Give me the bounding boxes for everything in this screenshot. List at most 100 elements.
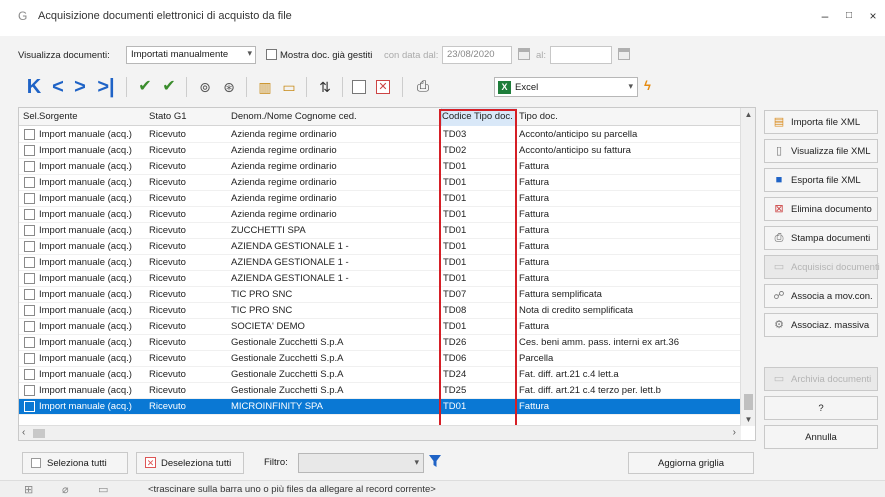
attachment-grid-icon[interactable]: ⊞: [24, 483, 33, 496]
row-checkbox[interactable]: [24, 321, 35, 332]
table-row[interactable]: Import manuale (acq.) Ricevuto TIC PRO SNC…: [19, 287, 741, 303]
view-documents-select[interactable]: Importati manualmente ▾: [126, 46, 256, 64]
row-doc-type: Fattura: [519, 273, 550, 284]
paperclip-icon[interactable]: ⌀: [62, 483, 69, 496]
column-header-sel[interactable]: Sel.: [23, 111, 39, 122]
folder-icon[interactable]: ▭: [98, 483, 108, 496]
row-checkbox[interactable]: [24, 353, 35, 364]
search-icon[interactable]: ⊚: [194, 75, 216, 99]
table-row[interactable]: Import manuale (acq.) Ricevuto Azienda reg…: [19, 143, 741, 159]
table-row[interactable]: Import manuale (acq.) Ricevuto Azienda reg…: [19, 159, 741, 175]
check-all-icon[interactable]: ✔: [158, 75, 180, 99]
table-row[interactable]: Import manuale (acq.) Ricevuto AZIENDA GES…: [19, 271, 741, 287]
delete-icon[interactable]: ✕: [376, 80, 390, 94]
maximize-button[interactable]: □: [838, 6, 860, 26]
table-row[interactable]: Import manuale (acq.) Ricevuto AZIENDA GES…: [19, 255, 741, 271]
column-header-doc-code[interactable]: Codice Tipo doc.: [441, 108, 517, 126]
scroll-thumb[interactable]: [744, 394, 753, 410]
acquire-documents-button[interactable]: ▭ Acquisisci documenti: [764, 255, 880, 279]
show-managed-checkbox[interactable]: [266, 49, 277, 60]
columns-icon[interactable]: ▥: [254, 75, 276, 99]
refresh-grid-button[interactable]: Aggiorna griglia: [628, 452, 754, 474]
export-xml-button[interactable]: ■ Esporta file XML: [764, 168, 878, 192]
row-checkbox[interactable]: [24, 145, 35, 156]
column-header-doc-type[interactable]: Tipo doc.: [519, 111, 558, 122]
table-row[interactable]: Import manuale (acq.) Ricevuto SOCIETA' DE…: [19, 319, 741, 335]
archive-documents-button[interactable]: ▭ Archivia documenti: [764, 367, 878, 391]
close-button[interactable]: ×: [862, 6, 884, 26]
scroll-right-icon[interactable]: ›: [733, 427, 736, 438]
view-xml-button[interactable]: ▯ Visualizza file XML: [764, 139, 878, 163]
select-all-button[interactable]: Seleziona tutti: [22, 452, 128, 474]
row-checkbox[interactable]: [24, 385, 35, 396]
minimize-button[interactable]: –: [814, 6, 836, 26]
table-row[interactable]: Import manuale (acq.) Ricevuto Gestionale …: [19, 367, 741, 383]
row-checkbox[interactable]: [24, 193, 35, 204]
scroll-thumb[interactable]: [33, 429, 45, 438]
table-row[interactable]: Import manuale (acq.) Ricevuto Gestionale …: [19, 351, 741, 367]
row-checkbox[interactable]: [24, 305, 35, 316]
documents-grid[interactable]: Sel. Sorgente Stato G1 Denom./Nome Cogno…: [18, 107, 756, 441]
date-from-field[interactable]: 23/08/2020: [442, 46, 512, 64]
table-row[interactable]: Import manuale (acq.) Ricevuto AZIENDA GES…: [19, 239, 741, 255]
table-row[interactable]: Import manuale (acq.) Ricevuto Gestionale …: [19, 335, 741, 351]
table-row[interactable]: Import manuale (acq.) Ricevuto Azienda reg…: [19, 207, 741, 223]
table-row[interactable]: Import manuale (acq.) Ricevuto Azienda reg…: [19, 175, 741, 191]
table-row[interactable]: Import manuale (acq.) Ricevuto ZUCCHETTI S…: [19, 223, 741, 239]
title-bar: G Acquisizione documenti elettronici di …: [0, 0, 885, 36]
deselect-all-button[interactable]: ✕ Deseleziona tutti: [136, 452, 244, 474]
previous-record-icon[interactable]: <: [48, 75, 68, 99]
row-checkbox[interactable]: [24, 129, 35, 140]
scroll-left-icon[interactable]: ‹: [22, 427, 25, 438]
row-checkbox[interactable]: [24, 337, 35, 348]
column-header-status[interactable]: Stato G1: [149, 111, 187, 122]
table-row[interactable]: Import manuale (acq.) Ricevuto Gestionale …: [19, 383, 741, 399]
calendar-icon[interactable]: [518, 48, 530, 60]
help-button[interactable]: ?: [764, 396, 878, 420]
sort-icon[interactable]: ⇅: [314, 75, 336, 99]
row-checkbox[interactable]: [24, 289, 35, 300]
horizontal-scrollbar[interactable]: ‹ ›: [19, 425, 741, 440]
scroll-down-icon[interactable]: ▼: [741, 415, 755, 424]
delete-document-button[interactable]: ⊠ Elimina documento: [764, 197, 878, 221]
import-xml-button[interactable]: ▤ Importa file XML: [764, 110, 878, 134]
export-format-select[interactable]: X Excel ▾: [494, 77, 638, 97]
row-checkbox[interactable]: [24, 177, 35, 188]
check-icon[interactable]: ✔: [134, 75, 156, 99]
next-record-icon[interactable]: >: [70, 75, 90, 99]
row-checkbox[interactable]: [24, 225, 35, 236]
advanced-search-icon[interactable]: ⊛: [218, 75, 240, 99]
print-icon[interactable]: ⎙: [412, 75, 434, 99]
cancel-button[interactable]: Annulla: [764, 425, 878, 449]
column-header-name[interactable]: Denom./Nome Cognome ced.: [231, 111, 357, 122]
last-record-icon[interactable]: >|: [94, 75, 118, 99]
column-header-source[interactable]: Sorgente: [39, 111, 78, 122]
table-row[interactable]: Import manuale (acq.) Ricevuto Azienda reg…: [19, 191, 741, 207]
print-documents-label: Stampa documenti: [791, 233, 871, 244]
layout-icon[interactable]: ▭: [278, 75, 300, 99]
row-checkbox[interactable]: [24, 257, 35, 268]
print-documents-button[interactable]: ⎙ Stampa documenti: [764, 226, 878, 250]
filter-funnel-icon[interactable]: [428, 453, 442, 469]
bulk-association-button[interactable]: ⚙ Associaz. massiva: [764, 313, 878, 337]
row-checkbox[interactable]: [24, 401, 35, 412]
first-record-icon[interactable]: K: [24, 75, 44, 99]
table-row[interactable]: Import manuale (acq.) Ricevuto TIC PRO SNC…: [19, 303, 741, 319]
vertical-scrollbar[interactable]: ▲ ▼: [740, 108, 755, 426]
blank-document-icon[interactable]: [352, 80, 366, 94]
toolbar-separator: [342, 77, 343, 97]
date-to-field[interactable]: [550, 46, 612, 64]
scroll-up-icon[interactable]: ▲: [741, 110, 755, 119]
table-row[interactable]: Import manuale (acq.) Ricevuto MICROINFINI…: [19, 399, 741, 415]
row-checkbox[interactable]: [24, 273, 35, 284]
row-checkbox[interactable]: [24, 369, 35, 380]
row-doc-code: TD01: [443, 177, 467, 188]
row-checkbox[interactable]: [24, 209, 35, 220]
table-row[interactable]: Import manuale (acq.) Ricevuto Azienda reg…: [19, 127, 741, 143]
associate-mov-button[interactable]: ☍ Associa a mov.con.: [764, 284, 878, 308]
row-checkbox[interactable]: [24, 161, 35, 172]
calendar-icon[interactable]: [618, 48, 630, 60]
filter-select[interactable]: ▾: [298, 453, 424, 473]
lightning-icon[interactable]: ϟ: [644, 78, 651, 93]
row-checkbox[interactable]: [24, 241, 35, 252]
